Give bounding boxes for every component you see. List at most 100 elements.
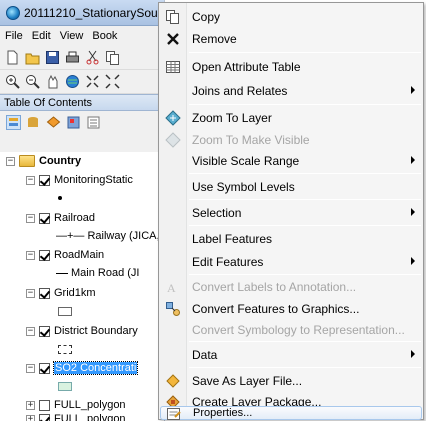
- menu-item-zoom-to-make-visible[interactable]: Zoom To Make Visible: [159, 129, 423, 151]
- menu-item-joins-and-relates[interactable]: Joins and Relates: [159, 80, 423, 102]
- collapse-toggle[interactable]: −: [26, 175, 35, 185]
- toc-layer-row[interactable]: − Railroad: [26, 209, 95, 227]
- menu-item-label-features[interactable]: Label Features: [159, 228, 423, 250]
- pan-icon[interactable]: [45, 74, 60, 89]
- menu-item-convert-labels-to-annotation[interactable]: A Convert Labels to Annotation...: [159, 276, 423, 298]
- legend-label: Main Road (JI: [71, 267, 140, 279]
- legend-symbol-row: —+— Railway (JICA,: [56, 227, 160, 245]
- legend-symbol-row: [58, 377, 72, 395]
- list-by-selection-icon[interactable]: [66, 115, 81, 130]
- group-name: Country: [39, 155, 82, 167]
- collapse-toggle[interactable]: −: [26, 213, 35, 223]
- menu-item-selection[interactable]: Selection: [159, 202, 423, 224]
- point-symbol: [58, 196, 62, 200]
- expand-toggle[interactable]: +: [26, 414, 35, 421]
- toc-layer-row[interactable]: − Grid1km: [26, 284, 96, 302]
- menu-edit[interactable]: Edit: [32, 30, 51, 42]
- window-title: 20111210_StationarySou: [24, 5, 158, 20]
- save-icon[interactable]: [45, 50, 60, 65]
- new-document-icon[interactable]: [5, 50, 20, 65]
- menu-item-data[interactable]: Data: [159, 344, 423, 366]
- menu-view[interactable]: View: [60, 30, 84, 42]
- zoom-out-icon[interactable]: [25, 74, 40, 89]
- layer-visibility-checkbox[interactable]: [39, 287, 50, 299]
- menu-item-save-as-layer-file[interactable]: Save As Layer File...: [159, 370, 423, 392]
- zoom-visible-icon: [165, 132, 181, 148]
- layer-visibility-checkbox[interactable]: [39, 249, 50, 261]
- toc-layer-row[interactable]: − MonitoringStatic: [26, 171, 133, 189]
- dashed-polygon-symbol: [58, 344, 72, 354]
- legend-symbol-row: [58, 189, 62, 207]
- menu-file[interactable]: File: [5, 30, 23, 42]
- road-line-symbol: [56, 272, 68, 274]
- menu-item-convert-features-to-graphics[interactable]: Convert Features to Graphics...: [159, 298, 423, 320]
- legend-symbol-row: [58, 302, 72, 320]
- open-folder-icon[interactable]: [25, 50, 40, 65]
- menu-item-convert-symbology-to-representation[interactable]: Convert Symbology to Representation...: [159, 319, 423, 341]
- menu-item-remove[interactable]: Remove: [159, 28, 423, 50]
- legend-label: Railway (JICA,: [87, 230, 160, 242]
- layer-name: SO2 Concentrati: [52, 361, 139, 375]
- toc-group-row[interactable]: − Country: [6, 152, 81, 170]
- legend-symbol-row: [58, 340, 72, 358]
- layer-visibility-checkbox[interactable]: [39, 212, 50, 224]
- menu-item-open-attribute-table[interactable]: Open Attribute Table: [159, 56, 423, 78]
- copy-toolbar-icon[interactable]: [105, 50, 120, 65]
- fixed-zoom-in-icon[interactable]: [85, 74, 100, 89]
- full-extent-icon[interactable]: [65, 74, 80, 89]
- fixed-zoom-out-icon[interactable]: [105, 74, 120, 89]
- title-bar: 20111210_StationarySou: [0, 0, 164, 26]
- collapse-toggle[interactable]: −: [26, 288, 35, 298]
- toc-toolbar: [0, 111, 164, 133]
- toc-tree: − Country − MonitoringStatic − Railroad …: [0, 152, 164, 421]
- menu-item-edit-features[interactable]: Edit Features: [159, 251, 423, 273]
- menu-item-properties[interactable]: Properties...: [160, 406, 422, 420]
- list-by-source-icon[interactable]: [26, 115, 41, 130]
- layer-name: Railroad: [54, 212, 95, 224]
- menu-separator: [189, 274, 421, 275]
- cut-icon[interactable]: [85, 50, 100, 65]
- convert-graphics-icon: [165, 301, 181, 317]
- menu-separator: [189, 367, 421, 368]
- collapse-toggle[interactable]: −: [26, 326, 35, 336]
- menu-item-visible-scale-range[interactable]: Visible Scale Range: [159, 150, 423, 172]
- layer-visibility-checkbox[interactable]: [39, 325, 50, 337]
- layer-visibility-checkbox[interactable]: [39, 362, 50, 374]
- toc-layer-row[interactable]: + FULL_polygon: [26, 410, 126, 421]
- menu-separator: [189, 341, 421, 342]
- expand-toggle[interactable]: +: [26, 400, 35, 410]
- toc-options-icon[interactable]: [86, 115, 101, 130]
- layer-context-menu: Copy Remove Open Attribute Table Joins a…: [158, 2, 424, 420]
- menu-item-use-symbol-levels[interactable]: Use Symbol Levels: [159, 176, 423, 198]
- print-icon[interactable]: [65, 50, 80, 65]
- toc-layer-row-selected[interactable]: − SO2 Concentrati: [26, 359, 139, 377]
- submenu-arrow-icon: [411, 156, 415, 164]
- collapse-toggle[interactable]: −: [6, 156, 15, 166]
- list-by-drawing-order-icon[interactable]: [6, 114, 21, 130]
- submenu-arrow-icon: [411, 257, 415, 265]
- collapse-toggle[interactable]: −: [26, 250, 35, 260]
- menu-item-zoom-to-layer[interactable]: Zoom To Layer: [159, 107, 423, 129]
- legend-symbol-row: Main Road (JI: [56, 264, 139, 282]
- menu-separator: [189, 52, 421, 53]
- toc-layer-row[interactable]: − District Boundary: [26, 322, 138, 340]
- submenu-arrow-icon: [411, 350, 415, 358]
- menu-item-copy[interactable]: Copy: [159, 6, 423, 28]
- zoom-in-icon[interactable]: [5, 74, 20, 89]
- layer-visibility-checkbox[interactable]: [39, 399, 50, 411]
- layer-group-icon: [19, 155, 35, 167]
- convert-labels-icon: A: [165, 279, 181, 295]
- layer-name: District Boundary: [54, 325, 138, 337]
- svg-text:A: A: [167, 281, 176, 295]
- list-by-visibility-icon[interactable]: [46, 115, 61, 130]
- toc-layer-row[interactable]: − RoadMain: [26, 246, 104, 264]
- submenu-arrow-icon: [411, 208, 415, 216]
- menu-separator: [189, 199, 421, 200]
- copy-icon: [165, 9, 181, 25]
- layer-visibility-checkbox[interactable]: [39, 413, 50, 421]
- layer-visibility-checkbox[interactable]: [39, 174, 50, 186]
- menu-bookmarks[interactable]: Book: [92, 30, 117, 42]
- collapse-toggle[interactable]: −: [26, 363, 35, 373]
- menu-separator: [189, 173, 421, 174]
- polygon-symbol: [58, 381, 72, 391]
